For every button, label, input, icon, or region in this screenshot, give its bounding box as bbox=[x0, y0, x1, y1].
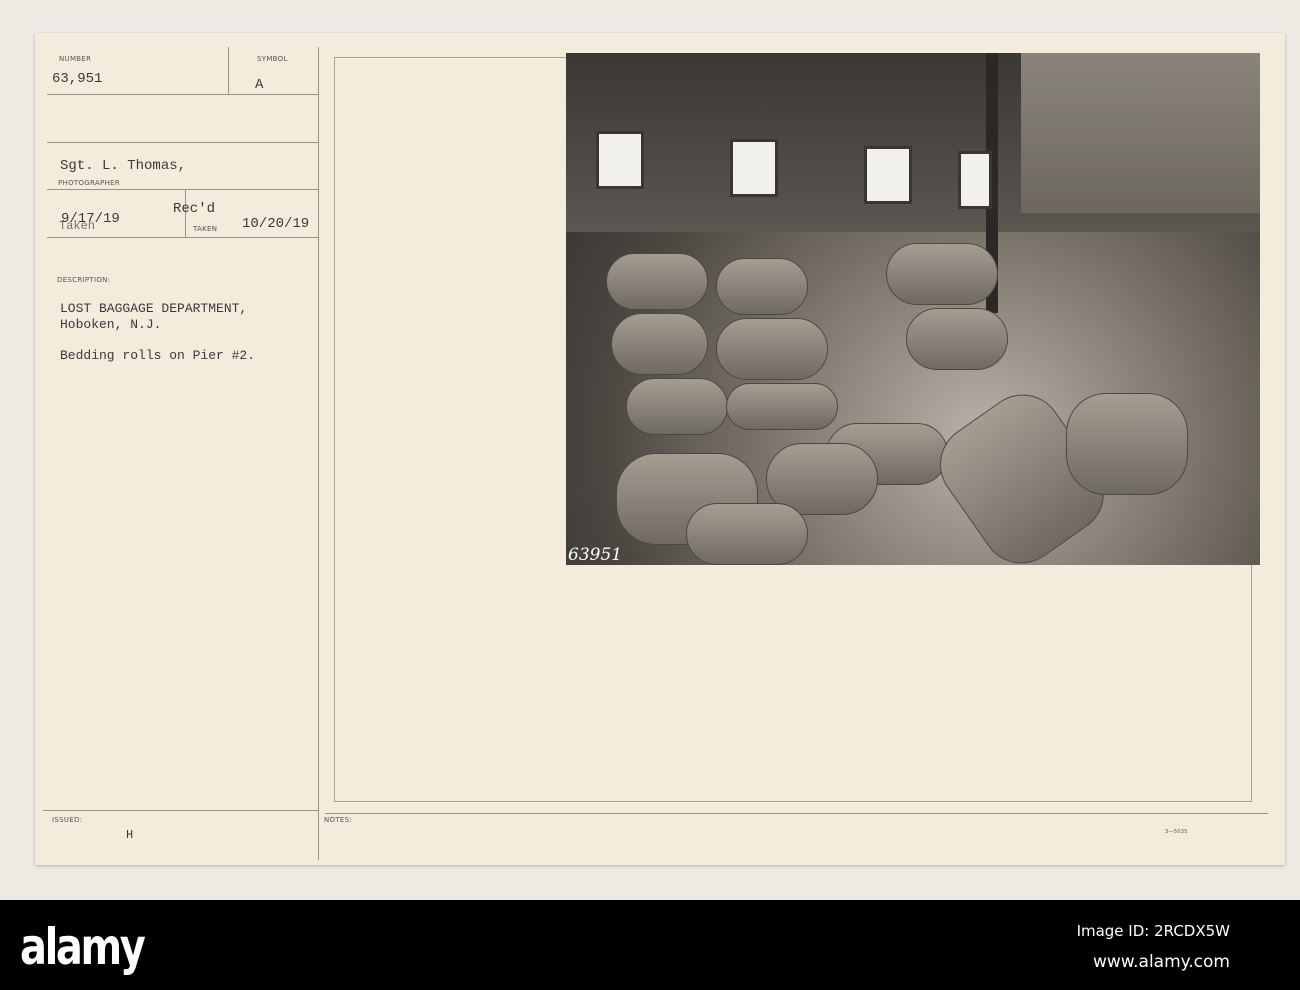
taken-small-label: TAKEN bbox=[193, 225, 218, 233]
number-label: NUMBER bbox=[59, 55, 92, 63]
symbol-label: SYMBOL bbox=[257, 55, 288, 63]
photographer-label: PHOTOGRAPHER bbox=[58, 179, 120, 187]
recd-label: Rec'd bbox=[173, 201, 216, 217]
form-code: 3—5035 bbox=[1165, 829, 1188, 835]
watermark-footer: alamy Image ID: 2RCDX5W www.alamy.com bbox=[0, 900, 1300, 990]
site-url[interactable]: www.alamy.com bbox=[1093, 952, 1230, 972]
notes-label: NOTES: bbox=[324, 816, 353, 824]
recd-date: 10/20/19 bbox=[242, 216, 310, 232]
alamy-logo: alamy bbox=[20, 918, 146, 976]
issued-value: H bbox=[126, 828, 134, 842]
description-line-2: Hoboken, N.J. bbox=[60, 317, 162, 332]
description-line-1: LOST BAGGAGE DEPARTMENT, bbox=[60, 301, 248, 316]
issued-label: ISSUED: bbox=[52, 816, 83, 824]
symbol-value: A bbox=[255, 77, 264, 93]
photo-number-inscription: 63951 bbox=[568, 545, 623, 565]
description-label: DESCRIPTION: bbox=[57, 276, 111, 284]
warehouse-photograph: 63951 bbox=[566, 53, 1260, 565]
taken-label: Taken bbox=[59, 219, 96, 233]
record-number: 63,951 bbox=[52, 71, 103, 87]
image-id: Image ID: 2RCDX5W bbox=[1076, 922, 1230, 940]
photographer-name: Sgt. L. Thomas, bbox=[60, 158, 187, 174]
description-line-3: Bedding rolls on Pier #2. bbox=[60, 348, 256, 363]
